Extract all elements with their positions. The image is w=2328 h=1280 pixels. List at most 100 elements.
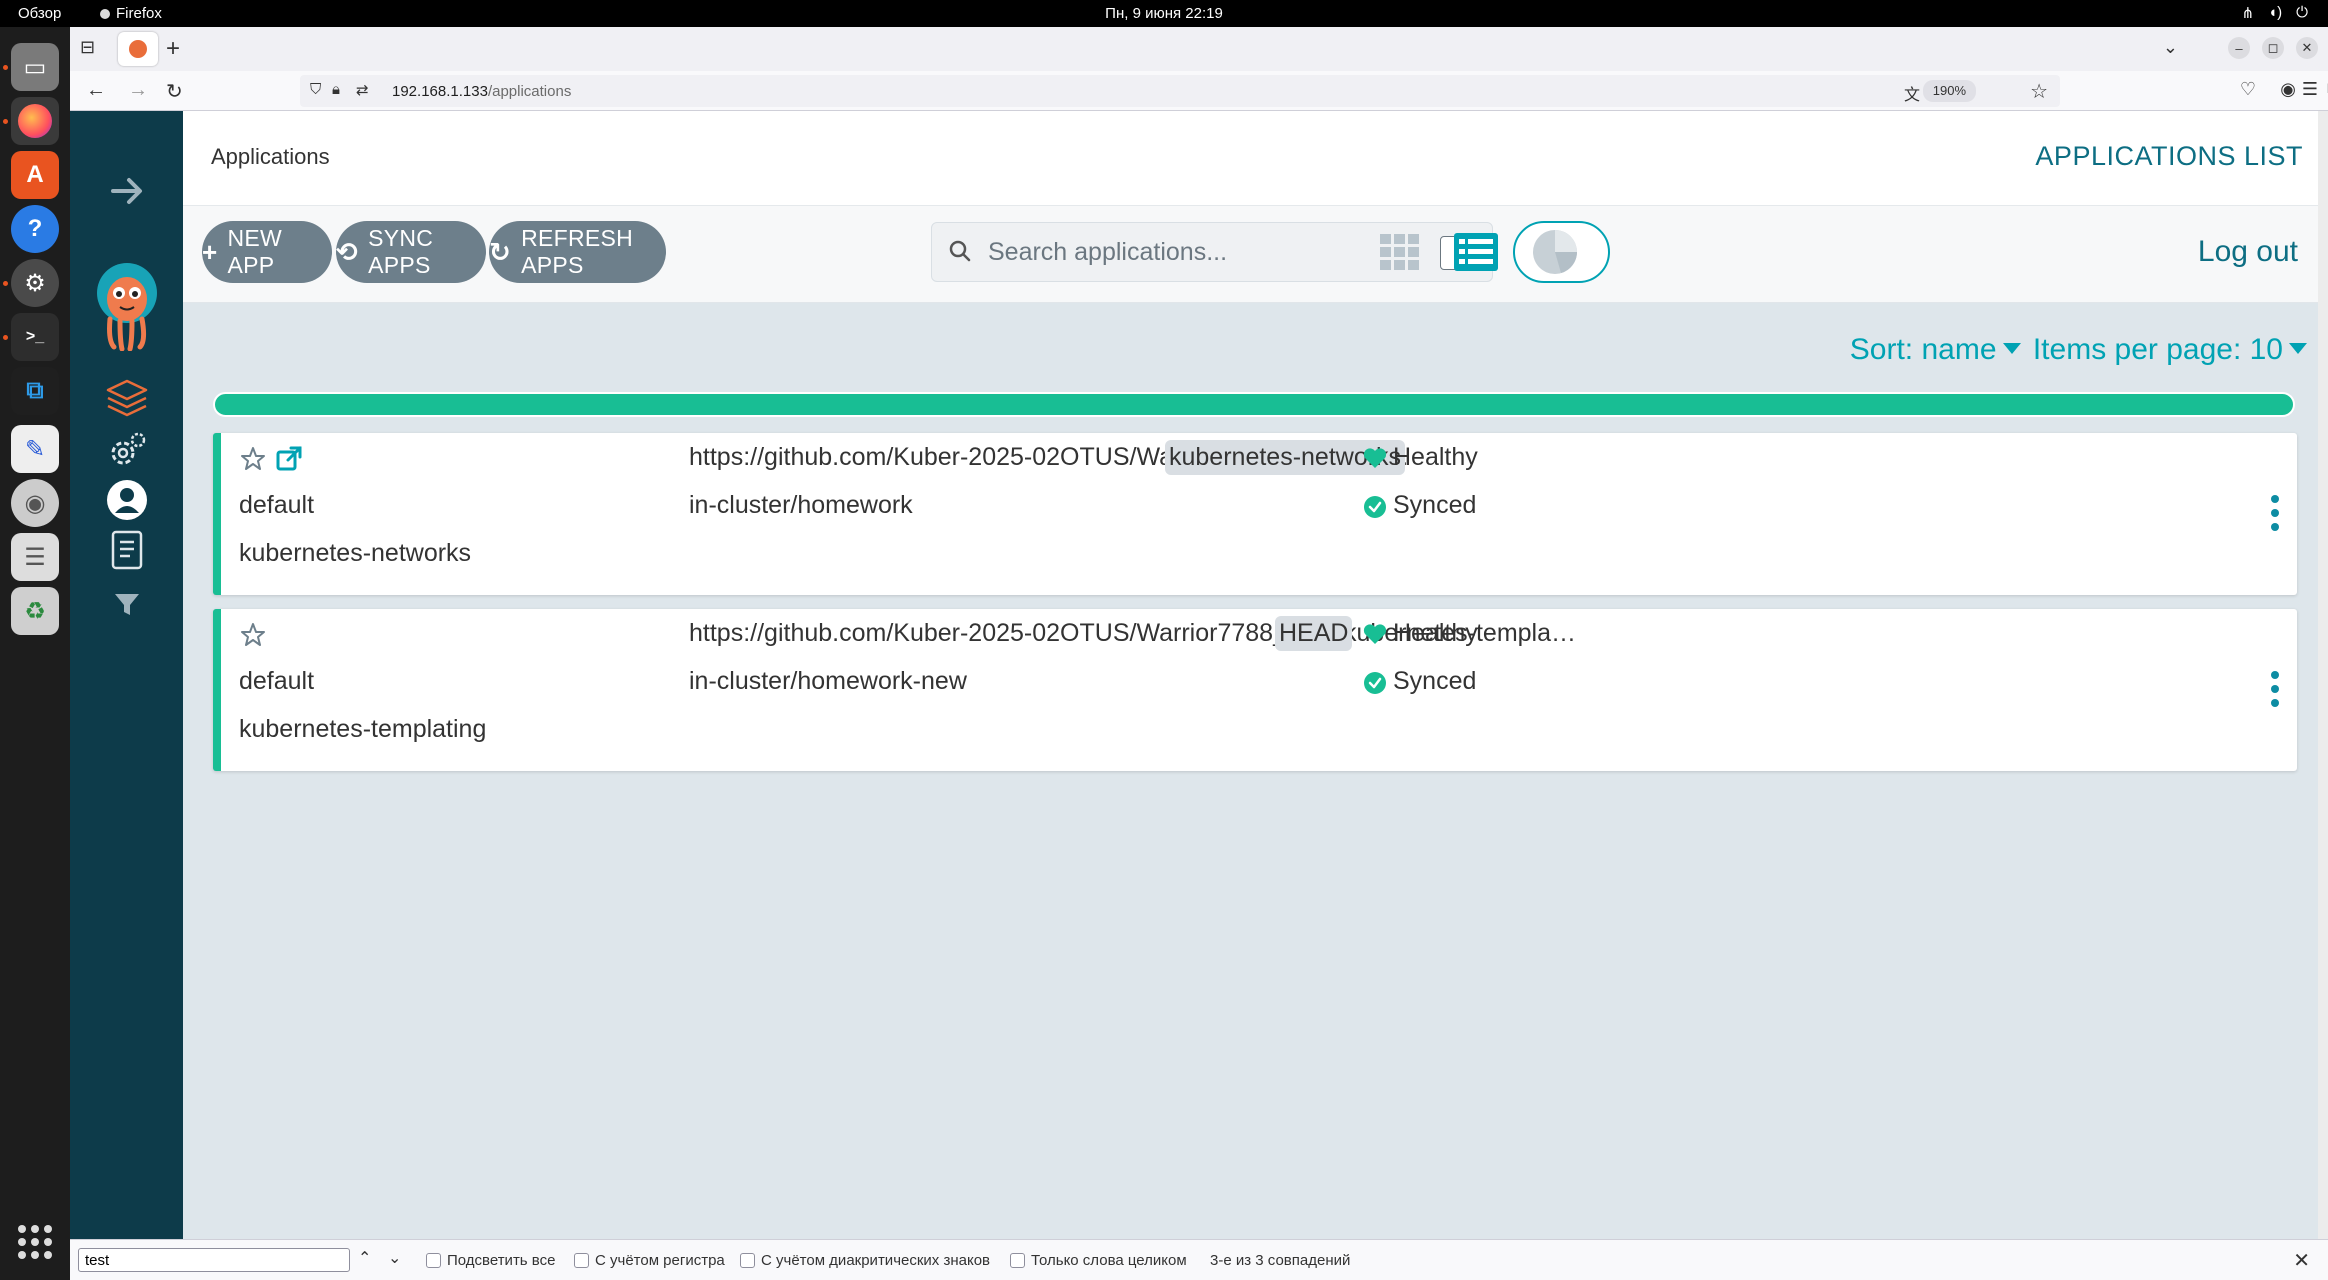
app-center-icon[interactable]: A	[11, 151, 59, 199]
new-tab-button[interactable]: +	[166, 35, 180, 63]
bookmark-star-icon[interactable]: ☆	[2030, 79, 2048, 104]
favorite-star-icon[interactable]	[239, 621, 267, 649]
items-per-page-dropdown[interactable]: Items per page: 10	[2033, 333, 2311, 366]
pocket-icon[interactable]: ♡	[2240, 79, 2256, 100]
applications-toolbar: +NEW APP ⟲SYNC APPS ↻REFRESH APPS /	[183, 206, 2328, 303]
minimize-icon[interactable]: –	[2228, 37, 2250, 59]
tiles-view-icon[interactable]	[1378, 232, 1422, 272]
translate-icon[interactable]: 文	[1904, 81, 1920, 105]
highlight-all-checkbox[interactable]: Подсветить все	[426, 1252, 555, 1269]
app-actions-menu-icon[interactable]	[2271, 671, 2279, 707]
url-text[interactable]: 192.168.1.133/applications	[392, 83, 571, 100]
app-actions-menu-icon[interactable]	[2271, 495, 2279, 531]
window-controls: – ◻ ✕	[2228, 37, 2318, 59]
document-viewer-icon[interactable]: ☰	[11, 533, 59, 581]
health-status-bar	[213, 392, 2295, 417]
argocd-favicon-icon	[129, 40, 147, 58]
health-status: Healthy	[1393, 443, 1478, 471]
app-name: kubernetes-networks	[239, 539, 472, 567]
power-icon: ⏻	[2296, 4, 2308, 21]
sync-status: Synced	[1393, 491, 1477, 519]
plus-icon: +	[202, 236, 218, 267]
sync-apps-button[interactable]: ⟲ SYNC APPS	[336, 221, 486, 283]
running-indicator	[3, 335, 8, 340]
external-link-icon[interactable]	[275, 445, 303, 473]
new-app-button[interactable]: + NEW APP	[202, 221, 332, 283]
back-icon[interactable]: ←	[86, 79, 106, 102]
find-result-count: 3-е из 3 совпадений	[1210, 1252, 1351, 1269]
search-icon	[949, 240, 971, 262]
lock-icon[interactable]: 🔒︎	[332, 81, 340, 98]
nav-expand-arrow-icon[interactable]	[70, 171, 183, 211]
list-all-tabs-icon[interactable]: ⌄	[2163, 37, 2178, 58]
page-title: Applications	[211, 144, 330, 169]
app-menu-icon[interactable]: ☰	[2302, 79, 2318, 100]
application-card[interactable]: https://github.com/Kuber-2025-02OTUS/War…	[213, 609, 2297, 771]
tracking-protection-icon[interactable]: ⛉	[310, 81, 321, 98]
list-view-icon[interactable]	[1453, 232, 1499, 272]
volume-icon: ◖)	[2268, 4, 2283, 21]
sync-icon: ⟲	[336, 236, 359, 267]
running-indicator	[3, 281, 8, 286]
application-card[interactable]: https://github.com/Kuber-2025-02OTUS/War…	[213, 433, 2297, 595]
argo-logo-icon[interactable]	[92, 261, 162, 351]
show-apps-icon[interactable]	[18, 1225, 52, 1259]
match-diacritics-checkbox[interactable]: С учётом диакритических знаков	[740, 1252, 990, 1269]
browser-tab-argocd[interactable]	[118, 32, 158, 66]
main-content: Applications APPLICATIONS LIST + NEW APP …	[183, 111, 2328, 1239]
nav-documentation-icon[interactable]	[70, 529, 183, 571]
browser-tab-bar: ⊟ + ⌄ – ◻ ✕	[70, 27, 2328, 71]
account-icon[interactable]: ◉	[2280, 79, 2296, 100]
firefox-view-icon[interactable]: ⊟	[80, 37, 104, 61]
settings-icon[interactable]: ⚙	[11, 259, 59, 307]
favorite-star-icon[interactable]	[239, 445, 267, 473]
breadcrumb: APPLICATIONS LIST	[2035, 141, 2303, 171]
page-scrollbar[interactable]	[2318, 111, 2328, 1239]
network-icon: ⋔	[2241, 5, 2255, 22]
destination: in-cluster/homework-new	[689, 667, 967, 695]
logout-link[interactable]: Log out	[2198, 235, 2298, 269]
ubuntu-dock: ▭ A ? ⚙ >_ ⧉ ✎ ◉ ☰ ♻	[0, 27, 70, 1280]
terminal-icon[interactable]: >_	[11, 313, 59, 361]
caret-down-icon	[2289, 343, 2307, 354]
system-top-bar: Обзор Firefox Пн, 9 июня 22:19 ⋔ ◖) ⏻	[0, 0, 2328, 27]
system-tray[interactable]: ⋔ ◖) ⏻	[2241, 4, 2308, 22]
nav-user-info-icon[interactable]	[70, 479, 183, 521]
whole-words-checkbox[interactable]: Только слова целиком	[1010, 1252, 1187, 1269]
match-case-checkbox[interactable]: С учётом регистра	[574, 1252, 725, 1269]
nav-applications-layers-icon[interactable]	[70, 376, 183, 422]
url-bar[interactable]: ⛉ 🔒︎ ⇄ 192.168.1.133/applications 文 190%…	[300, 75, 2060, 107]
close-find-bar-icon[interactable]: ✕	[2293, 1248, 2310, 1273]
argocd-app: Applications APPLICATIONS LIST + NEW APP …	[70, 111, 2328, 1239]
reload-icon[interactable]: ↻	[166, 79, 183, 104]
files-icon[interactable]: ▭	[11, 43, 59, 91]
sort-controls: Sort: name Items per page: 10	[1850, 333, 2311, 367]
search-input[interactable]	[988, 233, 1428, 271]
help-icon[interactable]: ?	[11, 205, 59, 253]
clock[interactable]: Пн, 9 июня 22:19	[0, 5, 2328, 22]
disc-icon[interactable]: ◉	[11, 479, 59, 527]
forward-icon[interactable]: →	[128, 79, 148, 102]
find-previous-icon[interactable]: ⌃	[358, 1248, 371, 1268]
refresh-apps-button[interactable]: ↻ REFRESH APPS	[489, 221, 666, 283]
browser-nav-bar: ← → ↻ ⛉ 🔒︎ ⇄ 192.168.1.133/applications …	[70, 71, 2328, 111]
nav-settings-gears-icon[interactable]	[70, 429, 183, 473]
zoom-level[interactable]: 190%	[1922, 80, 1976, 102]
find-input[interactable]	[78, 1248, 350, 1272]
side-navigation	[70, 111, 183, 1239]
text-editor-icon[interactable]: ✎	[11, 425, 59, 473]
maximize-icon[interactable]: ◻	[2262, 37, 2284, 59]
nav-filter-icon[interactable]	[70, 589, 183, 619]
check-circle-icon	[1364, 496, 1386, 518]
close-window-icon[interactable]: ✕	[2296, 37, 2318, 59]
trash-icon[interactable]: ♻	[11, 587, 59, 635]
health-status: Healthy	[1393, 619, 1478, 647]
summary-pie-icon[interactable]	[1531, 230, 1579, 276]
find-in-page-bar: ⌃ ⌄ Подсветить все С учётом регистра С у…	[70, 1239, 2328, 1280]
caret-down-icon	[2002, 343, 2021, 354]
find-next-icon[interactable]: ⌄	[388, 1248, 401, 1268]
sort-dropdown[interactable]: Sort: name	[1850, 333, 2025, 366]
permissions-icon[interactable]: ⇄	[356, 81, 369, 99]
firefox-icon[interactable]	[11, 97, 59, 145]
vscode-icon[interactable]: ⧉	[11, 367, 59, 415]
